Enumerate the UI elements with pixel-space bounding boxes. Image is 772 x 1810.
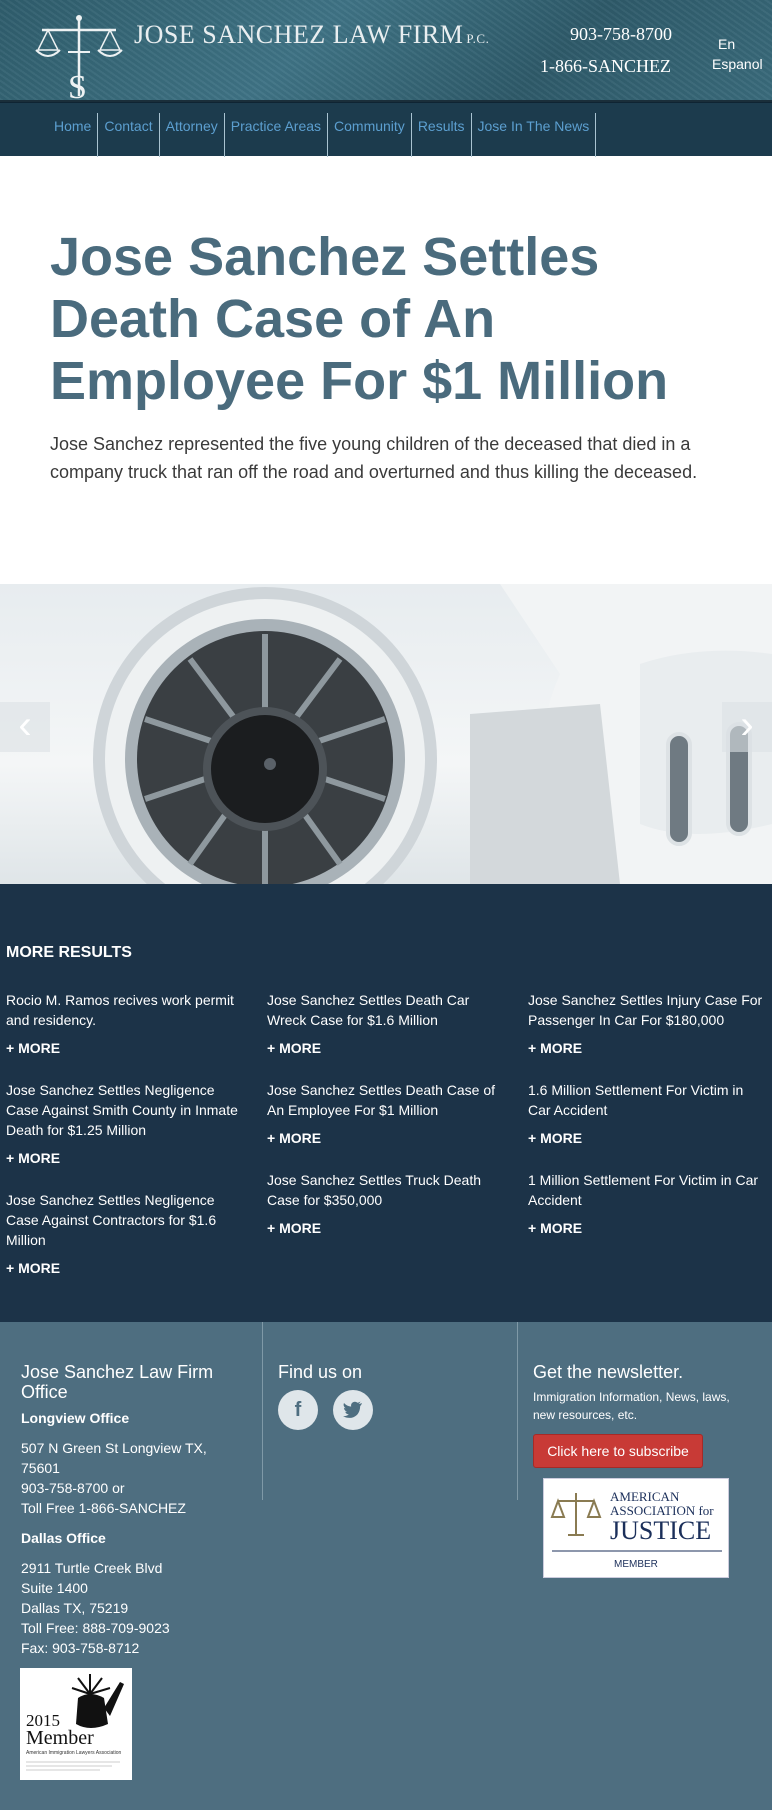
results-column-2: Jose Sanchez Settles Death Car Wreck Cas… xyxy=(267,990,507,1260)
result-title[interactable]: Jose Sanchez Settles Negligence Case Aga… xyxy=(6,1080,246,1140)
svg-text:Member: Member xyxy=(26,1727,94,1749)
more-link[interactable]: + MORE xyxy=(267,1130,507,1146)
more-link[interactable]: + MORE xyxy=(528,1130,768,1146)
site-header: S JOSE SANCHEZ LAW FIRM P.C. 903-758-8700… xyxy=(0,0,772,102)
language-spanish-link[interactable]: Espanol xyxy=(712,56,763,72)
results-column-1: Rocio M. Ramos recives work permit and r… xyxy=(6,990,246,1300)
nav-item-community[interactable]: Community xyxy=(328,113,412,157)
newsletter-heading: Get the newsletter. xyxy=(533,1362,684,1382)
longview-office-heading: Longview Office xyxy=(21,1410,130,1426)
result-item: Jose Sanchez Settles Negligence Case Aga… xyxy=(6,1080,246,1166)
more-link[interactable]: + MORE xyxy=(528,1040,768,1056)
result-item: Jose Sanchez Settles Death Case of An Em… xyxy=(267,1080,507,1146)
nav-item-practice-areas[interactable]: Practice Areas xyxy=(225,113,329,157)
firm-name-text: JOSE SANCHEZ LAW FIRM xyxy=(134,20,464,49)
dallas-address-line-1: 2911 Turtle Creek Blvd xyxy=(21,1560,163,1576)
firm-suffix: P.C. xyxy=(466,31,490,46)
nav-item-jose-in-the-news[interactable]: Jose In The News xyxy=(472,113,597,157)
nav-item-home[interactable]: Home xyxy=(46,113,99,157)
svg-text:JUSTICE: JUSTICE xyxy=(610,1516,711,1545)
twitter-icon[interactable] xyxy=(333,1390,373,1430)
aaj-member-badge: AMERICAN ASSOCIATION for JUSTICE MEMBER xyxy=(543,1478,729,1578)
aaj-logo: AMERICAN ASSOCIATION for JUSTICE MEMBER xyxy=(550,1489,722,1570)
result-item: 1 Million Settlement For Victim in Car A… xyxy=(528,1170,768,1236)
svg-text:AMERICAN: AMERICAN xyxy=(610,1489,680,1504)
more-link[interactable]: + MORE xyxy=(528,1220,768,1236)
result-item: Jose Sanchez Settles Death Car Wreck Cas… xyxy=(267,990,507,1056)
nav-item-attorney[interactable]: Attorney xyxy=(160,113,225,157)
more-link[interactable]: + MORE xyxy=(267,1220,507,1236)
dallas-fax: Fax: 903-758-8712 xyxy=(21,1640,140,1656)
dallas-toll-free[interactable]: Toll Free: 888-709-9023 xyxy=(21,1618,170,1638)
more-link[interactable]: + MORE xyxy=(6,1040,246,1056)
footer-divider xyxy=(517,1322,518,1500)
facebook-icon[interactable]: f xyxy=(278,1390,318,1430)
dallas-address-line-3: Dallas TX, 75219 xyxy=(21,1600,129,1616)
jet-engine-image xyxy=(93,584,772,884)
statue-of-liberty-icon: 2015 Member American Immigration Lawyers… xyxy=(20,1668,132,1780)
nav-item-results[interactable]: Results xyxy=(412,113,472,157)
result-title[interactable]: Jose Sanchez Settles Injury Case For Pas… xyxy=(528,990,768,1030)
more-results-section: MORE RESULTS Rocio M. Ramos recives work… xyxy=(0,884,772,1322)
find-us-heading: Find us on xyxy=(278,1362,363,1382)
subscribe-button[interactable]: Click here to subscribe xyxy=(533,1434,703,1468)
result-title[interactable]: Jose Sanchez Settles Death Car Wreck Cas… xyxy=(267,990,507,1030)
office-title: Jose Sanchez Law Firm Office xyxy=(21,1362,214,1402)
longview-toll-free[interactable]: Toll Free 1-866-SANCHEZ xyxy=(21,1498,186,1518)
result-title[interactable]: Jose Sanchez Settles Negligence Case Aga… xyxy=(6,1190,246,1250)
language-english-link[interactable]: En xyxy=(718,36,735,52)
aila-member-badge: 2015 Member American Immigration Lawyers… xyxy=(20,1668,132,1780)
chevron-left-icon: ‹ xyxy=(18,703,32,747)
firm-name[interactable]: JOSE SANCHEZ LAW FIRM P.C. xyxy=(134,20,489,50)
dallas-office-heading: Dallas Office xyxy=(21,1530,106,1546)
result-title[interactable]: Rocio M. Ramos recives work permit and r… xyxy=(6,990,246,1030)
dallas-address-line-2: Suite 1400 xyxy=(21,1580,88,1596)
page-summary: Jose Sanchez represented the five young … xyxy=(50,434,698,482)
result-item: Jose Sanchez Settles Injury Case For Pas… xyxy=(528,990,768,1056)
more-link[interactable]: + MORE xyxy=(267,1040,507,1056)
svg-text:American Immigration Lawyers A: American Immigration Lawyers Association xyxy=(26,1750,122,1756)
result-item: Rocio M. Ramos recives work permit and r… xyxy=(6,990,246,1056)
more-link[interactable]: + MORE xyxy=(6,1150,246,1166)
result-item: 1.6 Million Settlement For Victim in Car… xyxy=(528,1080,768,1146)
longview-address: 507 N Green St Longview TX, 75601 xyxy=(21,1440,207,1476)
longview-phone[interactable]: 903-758-8700 or xyxy=(21,1478,125,1498)
newsletter-description: Immigration Information, News, laws, new… xyxy=(533,1390,730,1422)
result-item: Jose Sanchez Settles Negligence Case Aga… xyxy=(6,1190,246,1276)
result-title[interactable]: Jose Sanchez Settles Truck Death Case fo… xyxy=(267,1170,507,1210)
page-title: Jose Sanchez Settles Death Case of An Em… xyxy=(50,227,669,411)
hero-image-slider: ‹ › xyxy=(0,584,772,884)
svg-text:MEMBER: MEMBER xyxy=(614,1559,658,1570)
result-title[interactable]: Jose Sanchez Settles Death Case of An Em… xyxy=(267,1080,507,1120)
slider-next-button[interactable]: › xyxy=(722,702,772,752)
phone-main[interactable]: 903-758-8700 xyxy=(570,24,672,45)
slider-prev-button[interactable]: ‹ xyxy=(0,702,50,752)
results-column-3: Jose Sanchez Settles Injury Case For Pas… xyxy=(528,990,768,1260)
main-nav: Home Contact Attorney Practice Areas Com… xyxy=(0,102,772,157)
site-footer: Jose Sanchez Law Firm Office Longview Of… xyxy=(0,1322,772,1810)
phone-toll-free[interactable]: 1-866-SANCHEZ xyxy=(540,56,671,77)
result-title[interactable]: 1.6 Million Settlement For Victim in Car… xyxy=(528,1080,768,1120)
more-results-heading: MORE RESULTS xyxy=(6,944,132,961)
more-link[interactable]: + MORE xyxy=(6,1260,246,1276)
nav-item-contact[interactable]: Contact xyxy=(98,113,160,157)
result-item: Jose Sanchez Settles Truck Death Case fo… xyxy=(267,1170,507,1236)
result-title[interactable]: 1 Million Settlement For Victim in Car A… xyxy=(528,1170,768,1210)
footer-divider xyxy=(262,1322,263,1500)
chevron-right-icon: › xyxy=(740,703,754,747)
svg-text:S: S xyxy=(68,69,87,102)
scales-of-justice-logo[interactable]: S xyxy=(34,12,124,102)
